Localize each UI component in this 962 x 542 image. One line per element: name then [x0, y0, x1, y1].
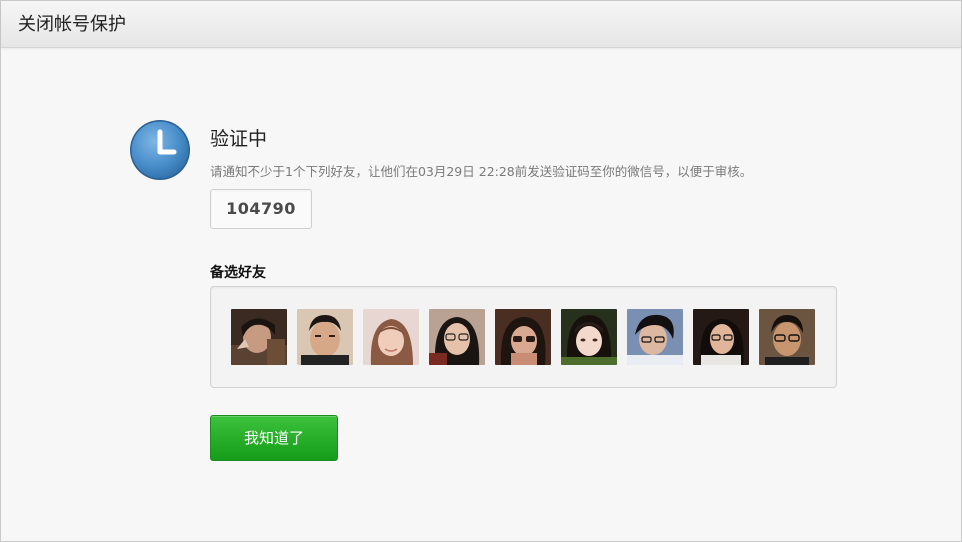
dialog-window: 关闭帐号保护 验证中 请通知不少于1个下列好友，让他们在03月29日 22:28… — [0, 0, 962, 542]
friend-avatar-9[interactable] — [759, 309, 815, 365]
verification-status-title: 验证中 — [210, 128, 268, 150]
clock-icon — [128, 118, 192, 182]
verification-instruction: 请通知不少于1个下列好友，让他们在03月29日 22:28前发送验证码至你的微信… — [210, 164, 753, 179]
friend-avatar-2[interactable] — [297, 309, 353, 365]
friend-avatar-7[interactable] — [627, 309, 683, 365]
window-title: 关闭帐号保护 — [18, 14, 126, 35]
friends-section-label: 备选好友 — [210, 265, 266, 281]
verification-code: 104790 — [210, 189, 312, 229]
friend-avatar-1[interactable] — [231, 309, 287, 365]
friend-avatar-4[interactable] — [429, 309, 485, 365]
friend-avatar-5[interactable] — [495, 309, 551, 365]
title-bar: 关闭帐号保护 — [1, 1, 961, 48]
confirm-button[interactable]: 我知道了 — [210, 415, 338, 461]
friend-avatar-3[interactable] — [363, 309, 419, 365]
friend-avatar-8[interactable] — [693, 309, 749, 365]
friends-list — [210, 286, 837, 388]
friend-avatar-6[interactable] — [561, 309, 617, 365]
